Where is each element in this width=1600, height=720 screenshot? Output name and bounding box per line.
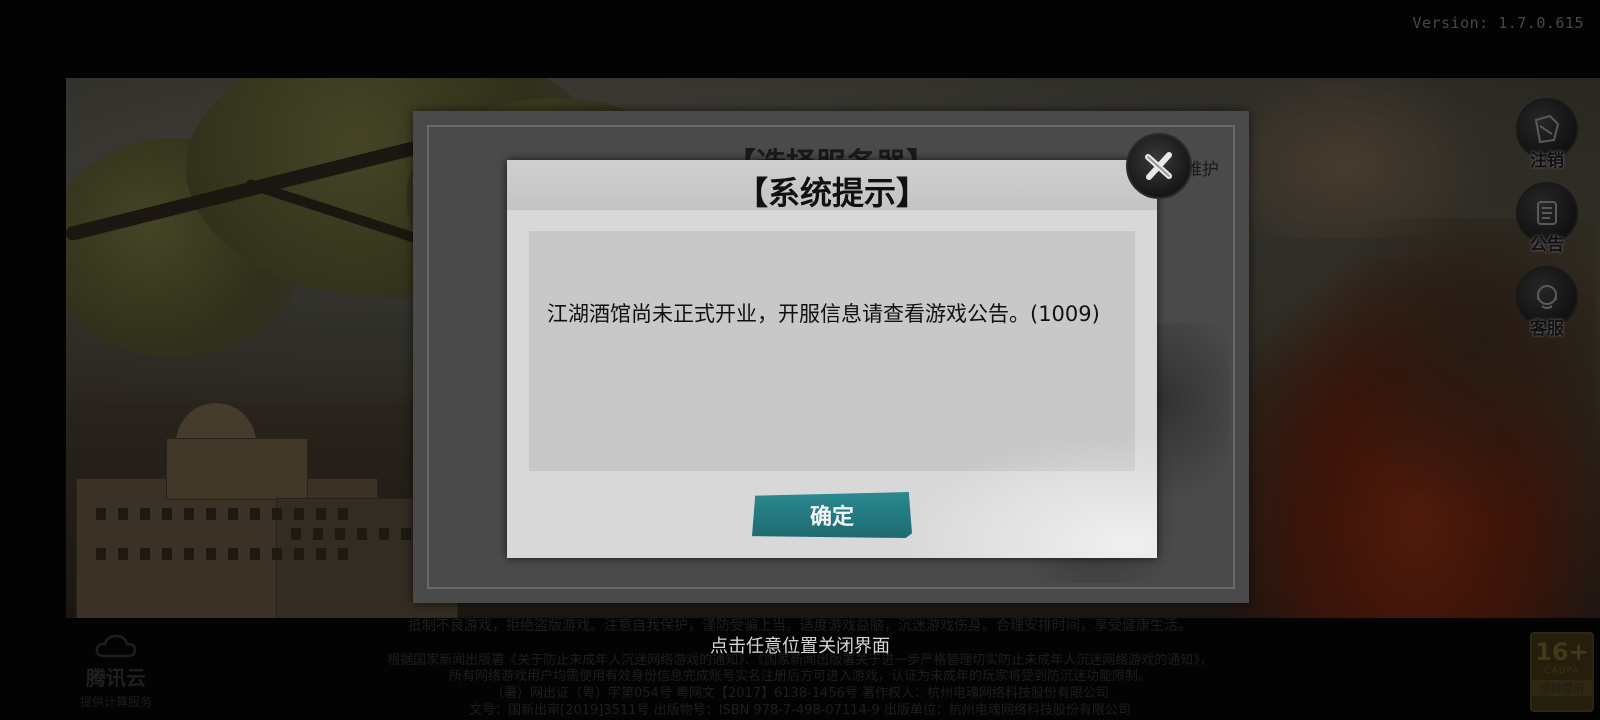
dialog-title: 【系统提示】 (735, 174, 928, 212)
close-button[interactable] (1126, 133, 1192, 199)
confirm-button[interactable]: 确定 (752, 492, 912, 538)
close-icon (1145, 152, 1172, 180)
close-hint: 点击任意位置关闭界面 (710, 636, 890, 657)
dialog-message: 江湖酒馆尚未正式开业，开服信息请查看游戏公告。(1009) (547, 302, 1100, 326)
dialog-body: 江湖酒馆尚未正式开业，开服信息请查看游戏公告。(1009) (529, 231, 1135, 471)
game-screen[interactable]: Version: 1.7.0.615 注销 公告 客服 抵制不良游戏，拒绝盗版游… (0, 0, 1600, 720)
system-dialog: 【系统提示】 江湖酒馆尚未正式开业，开服信息请查看游戏公告。(1009) 确定 (507, 160, 1157, 558)
